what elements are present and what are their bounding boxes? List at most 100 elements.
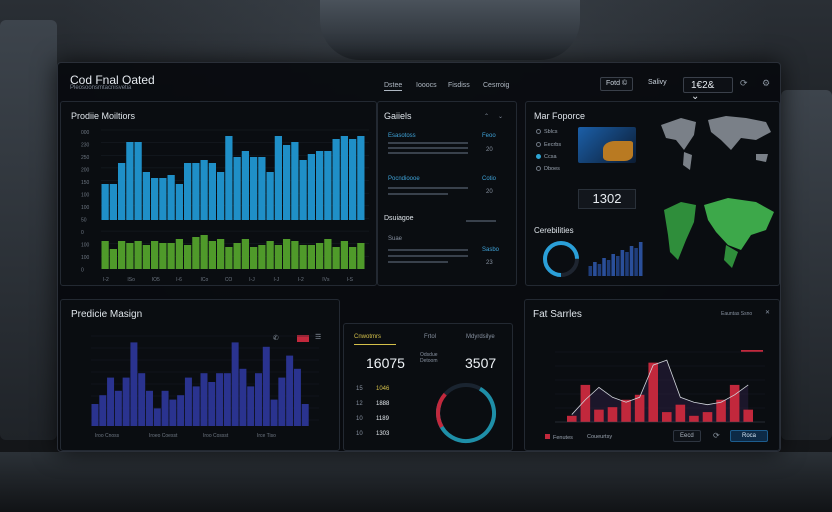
map-option[interactable]: Sblcs: [536, 129, 557, 135]
bar-bottom: [184, 245, 192, 269]
bar: [91, 404, 99, 426]
bar-top: [118, 163, 126, 220]
bar: [247, 386, 255, 426]
toolbar-button-2[interactable]: Salivy: [643, 77, 672, 91]
primary-button[interactable]: Roca: [730, 430, 768, 442]
stats-panel: Cnwotmrs Frtol Mdyrdsilye 16075 3507 Ods…: [343, 323, 513, 451]
close-icon[interactable]: ✕: [765, 309, 770, 316]
divider: [466, 220, 496, 222]
bar-top: [126, 142, 134, 220]
bar-top: [241, 151, 249, 220]
stats-tab[interactable]: Frtol: [424, 334, 436, 340]
bar: [208, 382, 216, 426]
bar: [231, 342, 239, 426]
x-tick-label: IO5: [152, 277, 160, 283]
stat-row-key: 15: [356, 386, 363, 392]
stats-gauge: [436, 383, 497, 444]
toolbar-button-1[interactable]: Fotd ©: [600, 77, 634, 91]
bar-bottom: [266, 241, 274, 269]
bar-top: [159, 178, 167, 220]
x-tick-label: I-2: [103, 277, 109, 283]
bar-top: [349, 139, 357, 220]
stats-tab-active[interactable]: Cnwotmrs: [354, 334, 381, 340]
collapse-icon[interactable]: ⌃: [484, 113, 489, 120]
gadget-row-tag[interactable]: Cotio: [482, 176, 496, 182]
stat-row-value: 1189: [376, 416, 389, 422]
bar: [621, 399, 631, 422]
bar: [293, 368, 301, 426]
bar: [200, 373, 208, 426]
bar: [567, 415, 577, 422]
nav-tab-3[interactable]: Fisdiss: [448, 82, 470, 89]
gadgets-panel: Gaiiels ⌃ ⌄ Esasotoss Feoo 20 Pocndioooe…: [377, 101, 517, 286]
bar-top: [142, 172, 150, 220]
predictive-panel: Predicie Masign ✆ ☰ Iroo Cnoss Iroeo Coes…: [60, 299, 340, 451]
x-tick-label: Irce Tiso: [257, 433, 276, 439]
bar-top: [357, 136, 365, 220]
bar-top: [217, 172, 225, 220]
map-thumbnail[interactable]: [578, 127, 636, 163]
bar-bottom: [316, 243, 324, 269]
map-option[interactable]: Eecrbs: [536, 142, 561, 148]
nav-tab-1[interactable]: Dstee: [384, 82, 403, 91]
bar: [216, 373, 224, 426]
map-option[interactable]: Dboes: [536, 166, 560, 172]
bar: [286, 355, 294, 426]
stat-row-value: 1888: [376, 401, 390, 407]
production-monitors-panel: Prodiie Moiltiors 000 230 250 200 150 100 100 5…: [60, 101, 377, 286]
panel-title: Predicie Masign: [71, 309, 143, 320]
text-line: [388, 152, 468, 154]
stats-tab[interactable]: Mdyrdsilye: [466, 334, 495, 340]
bar: [169, 399, 177, 426]
legend-item[interactable]: Fenutes: [545, 434, 573, 441]
settings-icon[interactable]: ⚙: [762, 78, 770, 89]
gauge-fill: [436, 383, 496, 444]
bar-bottom: [349, 247, 357, 269]
bar-bottom: [200, 235, 208, 269]
gadget-row-tag[interactable]: Feoo: [482, 133, 496, 139]
bar: [675, 404, 686, 422]
fat-series-panel: Fat Sarrles Eauntas Ssno ✕ Fenutes Coueu…: [524, 299, 780, 451]
x-tick-label: I-J: [274, 277, 280, 283]
bar: [130, 342, 138, 426]
bar-bottom: [225, 247, 233, 269]
stat-sublabel: Odsdue Detoom: [420, 352, 438, 364]
world-map-gray[interactable]: [656, 110, 776, 174]
bar-top: [266, 172, 274, 220]
map-option[interactable]: Ccsa: [536, 154, 557, 160]
bar-bottom: [167, 243, 175, 269]
refresh-icon[interactable]: ⟳: [713, 431, 720, 440]
x-tick-label: Iroeo Coesst: [149, 433, 178, 439]
top-bar: Cod Fnal Oated Pleosoonsmtacnisvetia Dst…: [58, 63, 780, 102]
section-title: Dsuiagoe: [384, 215, 414, 222]
gadget-row-tag[interactable]: Sasbo: [482, 247, 499, 253]
bar-top: [291, 142, 299, 220]
y-tick-label: 50: [81, 218, 87, 224]
bar: [270, 399, 278, 426]
secondary-button[interactable]: Eecd: [673, 430, 701, 442]
map-features-panel: Mar Foporce Sblcs Eecrbs Ccsa Dboes 1302…: [525, 101, 780, 286]
header-readout[interactable]: 1€2& ⌄: [683, 77, 733, 102]
gauge-alert: [436, 383, 497, 444]
map-display: 1302: [578, 189, 636, 209]
panel-control[interactable]: Eauntas Ssno: [721, 311, 752, 317]
refresh-icon[interactable]: ⟳: [740, 78, 748, 89]
bar: [594, 409, 604, 422]
expand-icon[interactable]: ⌄: [498, 113, 503, 120]
gadget-row-value: 20: [486, 147, 493, 153]
bar: [107, 377, 115, 426]
world-map-green[interactable]: [656, 190, 776, 275]
stat-row-key: 10: [356, 416, 363, 422]
bar-top: [299, 160, 307, 220]
x-tick-label: I-J: [249, 277, 255, 283]
bar-top: [250, 157, 258, 220]
background-pipe: [0, 20, 57, 440]
nav-tab-4[interactable]: Cesrroig: [483, 82, 509, 89]
text-line: [388, 142, 468, 144]
nav-tab-2[interactable]: Iooocs: [416, 82, 437, 89]
y-tick-label: 100: [81, 205, 90, 211]
bar-bottom: [274, 245, 282, 269]
bar-bottom: [109, 249, 117, 269]
bar: [607, 407, 618, 422]
legend-item[interactable]: Coueurtsy: [587, 434, 612, 440]
